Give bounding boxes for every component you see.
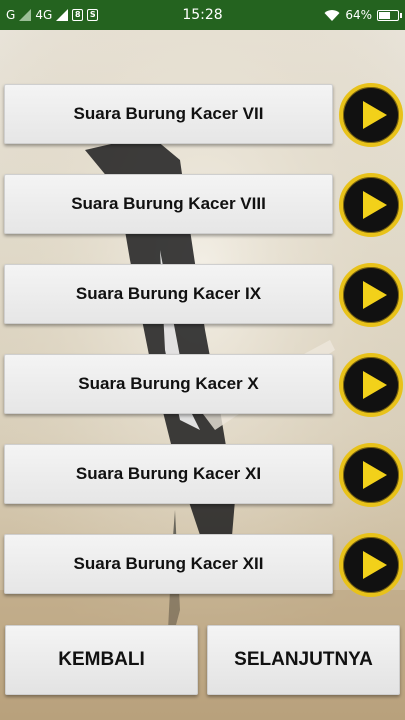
play-button-ix[interactable] bbox=[339, 263, 403, 327]
track-button-xii[interactable]: Suara Burung Kacer XII bbox=[4, 534, 333, 594]
track-button-viii[interactable]: Suara Burung Kacer VIII bbox=[4, 174, 333, 234]
battery-percent: 64% bbox=[345, 8, 372, 22]
back-button[interactable]: KEMBALI bbox=[5, 625, 198, 695]
play-button-xii[interactable] bbox=[339, 533, 403, 597]
play-icon bbox=[363, 371, 387, 399]
list-item: Suara Burung Kacer XII bbox=[0, 533, 405, 598]
list-item: Suara Burung Kacer VII bbox=[0, 83, 405, 148]
track-button-xi[interactable]: Suara Burung Kacer XI bbox=[4, 444, 333, 504]
track-button-x[interactable]: Suara Burung Kacer X bbox=[4, 354, 333, 414]
status-left: G 4G 8 S bbox=[6, 8, 99, 22]
wifi-icon bbox=[324, 9, 340, 21]
signal-icon bbox=[19, 9, 32, 21]
play-button-x[interactable] bbox=[339, 353, 403, 417]
list-item: Suara Burung Kacer IX bbox=[0, 263, 405, 328]
signal-icon bbox=[56, 9, 69, 21]
play-button-vii[interactable] bbox=[339, 83, 403, 147]
play-button-xi[interactable] bbox=[339, 443, 403, 507]
play-button-viii[interactable] bbox=[339, 173, 403, 237]
notification-icon: S bbox=[87, 9, 99, 21]
play-icon bbox=[363, 551, 387, 579]
next-button[interactable]: SELANJUTNYA bbox=[207, 625, 400, 695]
play-icon bbox=[363, 101, 387, 129]
status-right: 64% bbox=[324, 8, 402, 22]
network-label: 4G bbox=[35, 8, 53, 22]
play-icon bbox=[363, 281, 387, 309]
list-item: Suara Burung Kacer XI bbox=[0, 443, 405, 508]
play-icon bbox=[363, 461, 387, 489]
track-button-ix[interactable]: Suara Burung Kacer IX bbox=[4, 264, 333, 324]
status-bar: G 4G 8 S 15:28 64% bbox=[0, 0, 405, 30]
battery-fill bbox=[379, 11, 390, 19]
carrier-label: G bbox=[6, 8, 16, 22]
list-item: Suara Burung Kacer VIII bbox=[0, 173, 405, 238]
play-icon bbox=[363, 191, 387, 219]
sim-icon: 8 bbox=[72, 9, 84, 21]
track-button-vii[interactable]: Suara Burung Kacer VII bbox=[4, 84, 333, 144]
battery-icon bbox=[377, 9, 402, 21]
list-item: Suara Burung Kacer X bbox=[0, 353, 405, 418]
